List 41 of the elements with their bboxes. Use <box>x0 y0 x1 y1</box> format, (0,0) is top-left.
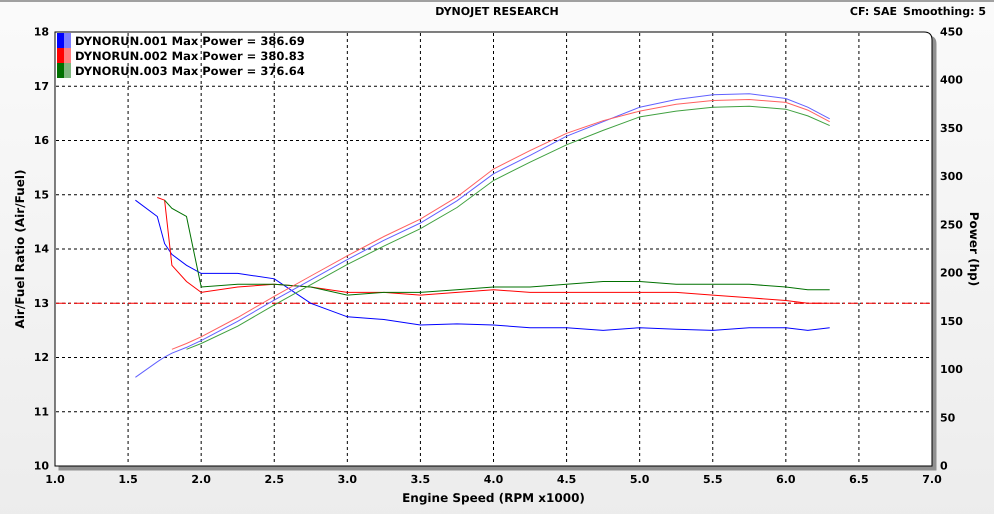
x-axis-label: 7.0 <box>922 473 942 486</box>
y-axis-label: 18 <box>34 26 49 38</box>
y-axis-label: 10 <box>34 460 49 472</box>
y2-axis-label: 400 <box>940 74 963 87</box>
x-axis-title: Engine Speed (RPM x1000) <box>402 491 585 505</box>
x-axis-label: 4.0 <box>484 473 504 486</box>
y2-axis-label: 350 <box>940 122 963 135</box>
x-axis-label: 5.0 <box>630 473 650 486</box>
x-axis-label: 2.5 <box>264 473 284 486</box>
chart-info: CF: SAE <box>850 4 898 20</box>
x-axis-label: 6.5 <box>849 473 869 486</box>
y-axis-label: 16 <box>34 134 49 147</box>
y2-axis-label: 100 <box>940 363 963 376</box>
y2-axis-label: 250 <box>940 218 963 232</box>
y2-axis-title: Power (hp) <box>967 212 981 286</box>
x-axis-label: 5.5 <box>703 473 722 486</box>
x-axis-label: 3.0 <box>338 473 358 486</box>
x-axis-label: 4.5 <box>556 473 576 486</box>
chart-info: Smoothing: 5 <box>903 4 986 20</box>
chart-title: DYNOJET RESEARCH <box>435 4 559 20</box>
y-axis-label: 15 <box>34 188 49 202</box>
y2-axis-label: 50 <box>940 411 956 424</box>
y-axis-label: 14 <box>34 242 49 256</box>
y2-axis-label: 200 <box>940 266 963 280</box>
legend-label: DYNORUN.002 Max Power = 380.83 <box>75 49 305 63</box>
y-axis-label: 13 <box>34 296 49 310</box>
y-axis-label: 12 <box>34 351 49 364</box>
legend-label: DYNORUN.001 Max Power = 386.69 <box>75 34 305 48</box>
x-axis-label: 6.0 <box>776 473 796 486</box>
x-axis-label: 1.5 <box>118 473 138 486</box>
y-axis-label: 17 <box>34 80 49 93</box>
y2-axis-label: 0 <box>940 460 948 472</box>
x-axis-label: 2.0 <box>191 473 211 486</box>
y-axis-title: Air/Fuel Ratio (Air/Fuel) <box>13 170 27 328</box>
y-axis-label: 11 <box>34 405 49 418</box>
x-axis-label: 3.5 <box>410 473 430 486</box>
x-axis-label: 1.0 <box>45 473 65 486</box>
legend-label: DYNORUN.003 Max Power = 376.64 <box>75 64 305 78</box>
y2-axis-label: 150 <box>940 314 963 328</box>
y2-axis-label: 300 <box>940 170 963 184</box>
y2-axis-label: 450 <box>940 26 963 38</box>
